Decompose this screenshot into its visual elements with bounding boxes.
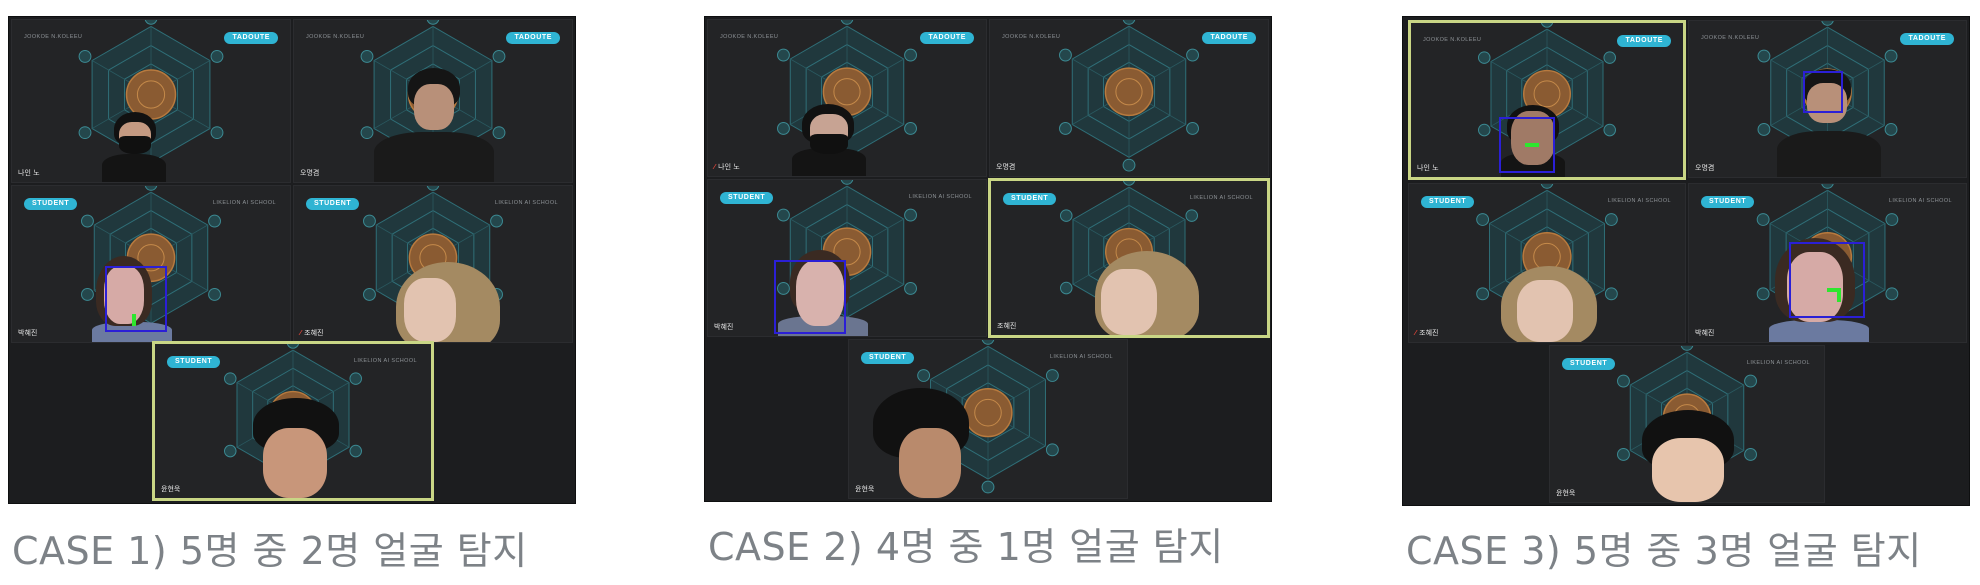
role-badge: STUDENT xyxy=(1562,358,1616,370)
participant-name: 박혜진 xyxy=(714,323,734,331)
participant-name: 박혜진 xyxy=(1695,329,1715,337)
participant-video xyxy=(390,262,510,342)
video-tile[interactable]: STUDENT LIKELION AI SCHOOL 박혜진 xyxy=(707,179,987,337)
video-tile[interactable]: STUDENT LIKELION AI SCHOOL ⁄ 조혜진 xyxy=(1408,183,1686,343)
participant-name: 나인 노 xyxy=(1417,164,1439,172)
muted-mic-icon: ⁄ xyxy=(1415,329,1417,337)
org-label: LIKELION AI SCHOOL xyxy=(908,194,972,200)
video-tile[interactable]: JOOKOE N.KOLEEU TADOUTE 오명겸 xyxy=(1688,20,1967,178)
face-detection-box xyxy=(1803,71,1843,113)
org-label: LIKELION AI SCHOOL xyxy=(212,200,276,206)
role-badge: TADOUTE xyxy=(1900,33,1954,45)
muted-mic-icon: ⁄ xyxy=(714,163,716,171)
video-tile[interactable]: STUDENT LIKELION AI SCHOOL 박혜진 xyxy=(11,185,291,343)
video-call-grid: JOOKOE N.KOLEEU TADOUTE ⁄ 나인 노 JOOKOE N.K… xyxy=(704,16,1272,502)
video-tile[interactable]: STUDENT LIKELION AI SCHOOL ⁄ 조혜진 xyxy=(293,185,573,343)
video-call-grid: JOOKOE N.KOLEEU TADOUTE 나인 노 JOOKOE N.KO… xyxy=(8,16,576,504)
participant-video xyxy=(364,62,504,182)
video-tile-active-speaker[interactable]: STUDENT LIKELION AI SCHOOL 조혜진 xyxy=(988,178,1270,338)
org-label: JOOKOE N.KOLEEU xyxy=(1423,37,1482,43)
case-caption: CASE 1) 5명 중 2명 얼굴 탐지 xyxy=(12,529,528,573)
participant-name: ⁄ 조혜진 xyxy=(1415,329,1439,337)
video-tile-active-speaker[interactable]: STUDENT LIKELION AI SCHOOL 윤현욱 xyxy=(152,341,434,501)
participant-video xyxy=(784,96,874,176)
detection-marker xyxy=(132,314,136,326)
video-tile[interactable]: JOOKOE N.KOLEEU TADOUTE 오명겸 xyxy=(293,19,573,183)
face-detection-box xyxy=(1789,242,1865,318)
org-label: LIKELION AI SCHOOL xyxy=(494,200,558,206)
org-label: LIKELION AI SCHOOL xyxy=(1049,354,1113,360)
detection-marker xyxy=(1837,288,1841,302)
video-tile[interactable]: STUDENT LIKELION AI SCHOOL 윤현욱 xyxy=(848,339,1128,499)
participant-name: 조혜진 xyxy=(997,322,1017,330)
org-label: JOOKOE N.KOLEEU xyxy=(720,34,779,40)
org-label: LIKELION AI SCHOOL xyxy=(1607,198,1671,204)
video-tile-active-speaker[interactable]: JOOKOE N.KOLEEU TADOUTE 나인 노 xyxy=(1408,20,1686,180)
participant-name: 오명겸 xyxy=(1695,164,1715,172)
role-badge: STUDENT xyxy=(861,352,915,364)
participant-name: 윤현욱 xyxy=(1556,489,1576,497)
org-label: JOOKOE N.KOLEEU xyxy=(24,34,83,40)
muted-mic-icon: ⁄ xyxy=(300,329,302,337)
role-badge: TADOUTE xyxy=(224,32,278,44)
participant-video xyxy=(94,102,174,182)
participant-name: 오명겸 xyxy=(300,169,320,177)
video-tile[interactable]: JOOKOE N.KOLEEU TADOUTE 오명겸 xyxy=(989,19,1269,177)
case-caption: CASE 3) 5명 중 3명 얼굴 탐지 xyxy=(1406,529,1922,573)
role-badge: TADOUTE xyxy=(506,32,560,44)
participant-name: 나인 노 xyxy=(18,169,40,177)
face-detection-box xyxy=(774,260,846,334)
role-badge: STUDENT xyxy=(1003,193,1057,205)
org-label: LIKELION AI SCHOOL xyxy=(1189,195,1253,201)
role-badge: STUDENT xyxy=(24,198,78,210)
role-badge: TADOUTE xyxy=(1202,32,1256,44)
role-badge: STUDENT xyxy=(306,198,360,210)
participant-name: 오명겸 xyxy=(996,163,1016,171)
video-tile[interactable]: JOOKOE N.KOLEEU TADOUTE ⁄ 나인 노 xyxy=(707,19,987,177)
detection-marker xyxy=(1525,143,1539,147)
participant-video xyxy=(1087,251,1207,335)
video-call-grid: JOOKOE N.KOLEEU TADOUTE 나인 노 JOOKOE N.KO… xyxy=(1402,16,1970,506)
role-badge: STUDENT xyxy=(720,192,774,204)
org-label: LIKELION AI SCHOOL xyxy=(1888,198,1952,204)
role-badge: STUDENT xyxy=(167,356,221,368)
org-label: LIKELION AI SCHOOL xyxy=(353,358,417,364)
participant-video xyxy=(1495,266,1605,342)
video-tile[interactable]: JOOKOE N.KOLEEU TADOUTE 나인 노 xyxy=(11,19,291,183)
org-label: JOOKOE N.KOLEEU xyxy=(1002,34,1061,40)
role-badge: STUDENT xyxy=(1421,196,1475,208)
case-caption: CASE 2) 4명 중 1명 얼굴 탐지 xyxy=(708,525,1224,569)
role-badge: STUDENT xyxy=(1701,196,1755,208)
participant-name: 박혜진 xyxy=(18,329,38,337)
org-label: LIKELION AI SCHOOL xyxy=(1746,360,1810,366)
participant-video xyxy=(245,398,345,498)
participant-video xyxy=(869,388,979,498)
role-badge: TADOUTE xyxy=(1617,35,1671,47)
org-label: JOOKOE N.KOLEEU xyxy=(1701,35,1760,41)
participant-name: 윤현욱 xyxy=(855,485,875,493)
video-tile[interactable]: STUDENT LIKELION AI SCHOOL 박혜진 xyxy=(1688,183,1967,343)
face-detection-box xyxy=(105,266,167,332)
participant-name: 윤현욱 xyxy=(161,485,181,493)
participant-name: ⁄ 조혜진 xyxy=(300,329,324,337)
role-badge: TADOUTE xyxy=(920,32,974,44)
participant-video xyxy=(1638,410,1738,502)
video-tile[interactable]: STUDENT LIKELION AI SCHOOL 윤현욱 xyxy=(1549,345,1825,503)
participant-name: ⁄ 나인 노 xyxy=(714,163,740,171)
org-label: JOOKOE N.KOLEEU xyxy=(306,34,365,40)
